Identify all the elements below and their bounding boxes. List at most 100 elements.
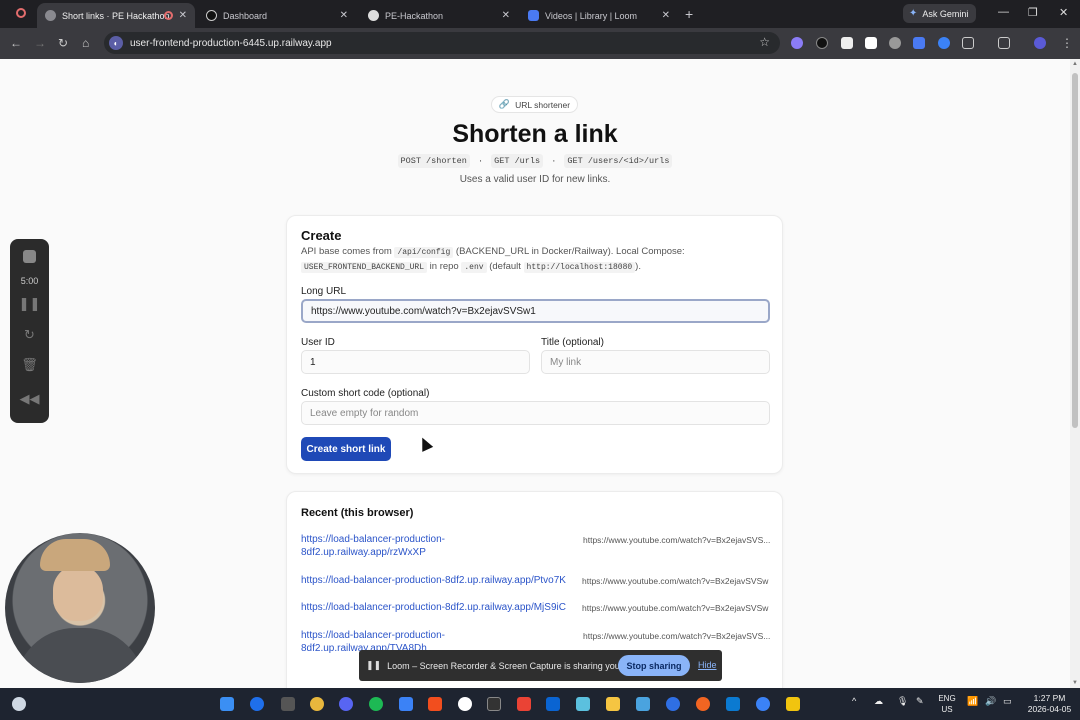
puzzle-extensions-icon[interactable] xyxy=(962,37,974,49)
language-indicator[interactable]: ENG US xyxy=(935,693,959,715)
close-tab-icon[interactable]: ✕ xyxy=(340,10,348,21)
weather-icon[interactable] xyxy=(12,697,26,711)
app-icon[interactable] xyxy=(576,697,590,711)
tray-app-icon[interactable]: ✎ xyxy=(916,696,924,707)
link-icon: 🔗 xyxy=(498,99,511,109)
profile-avatar[interactable] xyxy=(1034,37,1046,49)
desc-text: in repo xyxy=(429,261,459,272)
extension-icon[interactable] xyxy=(841,37,853,49)
recent-original-url: https://www.youtube.com/watch?v=Bx2ejavS… xyxy=(582,603,769,613)
extension-icon[interactable] xyxy=(913,37,925,49)
recent-short-link[interactable]: https://load-balancer-production-8df2.up… xyxy=(301,533,471,559)
desc-code: /api/config xyxy=(394,247,454,258)
desc-code: .env xyxy=(461,262,487,273)
home-icon[interactable]: ⌂ xyxy=(82,36,89,50)
region-code: US xyxy=(941,705,953,714)
site-info-icon[interactable]: ◐ xyxy=(109,36,123,50)
custom-code-label: Custom short code (optional) xyxy=(301,388,430,399)
tab-loom-library[interactable]: Videos | Library | Loom ✕ xyxy=(520,3,678,28)
title-input[interactable]: My link xyxy=(541,350,770,374)
recent-short-link[interactable]: https://load-balancer-production-8df2.up… xyxy=(301,601,566,614)
extension-icon[interactable] xyxy=(938,37,950,49)
camera-extension-icon[interactable] xyxy=(889,37,901,49)
address-bar[interactable]: ◐ user-frontend-production-6445.up.railw… xyxy=(104,32,780,54)
volume-icon[interactable]: 🔊 xyxy=(985,696,996,707)
bookmark-star-icon[interactable]: ☆ xyxy=(759,35,770,49)
app-icon[interactable] xyxy=(696,697,710,711)
loom-icon xyxy=(528,10,539,21)
system-clock[interactable]: 1:27 PM 2026-04-05 xyxy=(1022,693,1077,715)
photos-icon[interactable] xyxy=(636,697,650,711)
minimize-icon[interactable]: — xyxy=(998,6,1009,18)
gmail-icon[interactable] xyxy=(517,697,531,711)
webcam-bubble[interactable] xyxy=(5,533,155,683)
create-short-link-button[interactable]: Create short link xyxy=(301,437,391,461)
tab-pe-hackathon[interactable]: PE-Hackathon ✕ xyxy=(360,3,518,28)
tiktok-extension-icon[interactable] xyxy=(865,37,877,49)
stop-sharing-button[interactable]: Stop sharing xyxy=(618,655,690,676)
drag-handle-icon[interactable]: ❚❚ xyxy=(366,660,381,671)
discord-icon[interactable] xyxy=(339,697,353,711)
long-url-label: Long URL xyxy=(301,286,347,297)
rewind-icon[interactable]: ◀◀ xyxy=(10,391,49,407)
scrollbar-thumb[interactable] xyxy=(1072,73,1078,428)
forward-icon[interactable]: → xyxy=(34,36,46,50)
wifi-icon[interactable]: 📶 xyxy=(967,696,978,707)
ask-gemini-label: Ask Gemini xyxy=(922,8,969,19)
back-icon[interactable]: ← xyxy=(10,36,22,50)
ask-gemini-button[interactable]: ✦ Ask Gemini xyxy=(903,4,976,23)
sparkle-extension-icon[interactable] xyxy=(791,37,803,49)
extension-icon[interactable] xyxy=(816,37,828,49)
restart-icon[interactable]: ↻ xyxy=(10,327,49,343)
scroll-down-icon[interactable]: ▼ xyxy=(1072,680,1078,686)
recent-original-url: https://www.youtube.com/watch?v=Bx2ejavS… xyxy=(582,576,769,586)
create-heading: Create xyxy=(301,228,342,243)
delete-icon[interactable]: 🗑 xyxy=(10,357,49,373)
pause-icon[interactable]: ❚❚ xyxy=(10,296,49,312)
app-icon[interactable] xyxy=(756,697,770,711)
app-icon[interactable] xyxy=(281,697,295,711)
terminal-icon[interactable] xyxy=(487,697,501,711)
tray-overflow-icon[interactable]: ^ xyxy=(852,696,856,706)
vscode-icon[interactable] xyxy=(726,697,740,711)
browser-toolbar: ← → ↻ ⌂ ◐ user-frontend-production-6445.… xyxy=(0,28,1080,59)
desc-code: http://localhost:18080 xyxy=(523,262,636,273)
close-tab-icon[interactable]: ✕ xyxy=(179,10,187,21)
battery-icon[interactable]: ▭ xyxy=(1003,696,1012,707)
long-url-input[interactable]: https://www.youtube.com/watch?v=Bx2ejavS… xyxy=(301,299,770,323)
clock-time: 1:27 PM xyxy=(1033,693,1066,703)
api-base-description: API base comes from /api/config (BACKEND… xyxy=(301,245,771,275)
app-icon[interactable] xyxy=(399,697,413,711)
page-scrollbar[interactable]: ▲ ▼ xyxy=(1070,59,1080,688)
outlook-icon[interactable] xyxy=(546,697,560,711)
app-icon[interactable] xyxy=(250,697,264,711)
user-id-input[interactable]: 1 xyxy=(301,350,530,374)
file-explorer-icon[interactable] xyxy=(606,697,620,711)
close-window-icon[interactable]: ✕ xyxy=(1059,6,1068,19)
github-icon[interactable] xyxy=(458,697,472,711)
restore-icon[interactable]: ❐ xyxy=(1028,6,1038,19)
tray-app-icon[interactable]: ☁ xyxy=(874,696,883,707)
notes-icon[interactable] xyxy=(786,697,800,711)
stop-recording-icon[interactable] xyxy=(23,250,36,263)
sidepanel-icon[interactable] xyxy=(998,37,1010,49)
close-tab-icon[interactable]: ✕ xyxy=(502,10,510,21)
spotify-icon[interactable] xyxy=(369,697,383,711)
menu-icon[interactable]: ⋮ xyxy=(1061,36,1073,50)
windows-start-icon[interactable] xyxy=(220,697,234,711)
chrome-icon[interactable] xyxy=(310,697,324,711)
tab-dashboard[interactable]: Dashboard ✕ xyxy=(198,3,356,28)
hide-banner-link[interactable]: Hide xyxy=(698,660,717,670)
new-tab-icon[interactable]: + xyxy=(685,6,693,22)
microphone-icon[interactable]: 🎙 xyxy=(897,696,908,707)
close-tab-icon[interactable]: ✕ xyxy=(662,10,670,21)
reload-icon[interactable]: ↻ xyxy=(58,36,68,50)
recent-short-link[interactable]: https://load-balancer-production-8df2.up… xyxy=(301,574,566,587)
figma-icon[interactable] xyxy=(428,697,442,711)
sharing-message: Loom – Screen Recorder & Screen Capture … xyxy=(387,660,655,671)
custom-code-input[interactable]: Leave empty for random xyxy=(301,401,770,425)
tab-short-links[interactable]: Short links · PE Hackathon ✕ xyxy=(37,3,195,28)
scroll-up-icon[interactable]: ▲ xyxy=(1072,61,1078,67)
app-icon[interactable] xyxy=(666,697,680,711)
github-icon xyxy=(368,10,379,21)
